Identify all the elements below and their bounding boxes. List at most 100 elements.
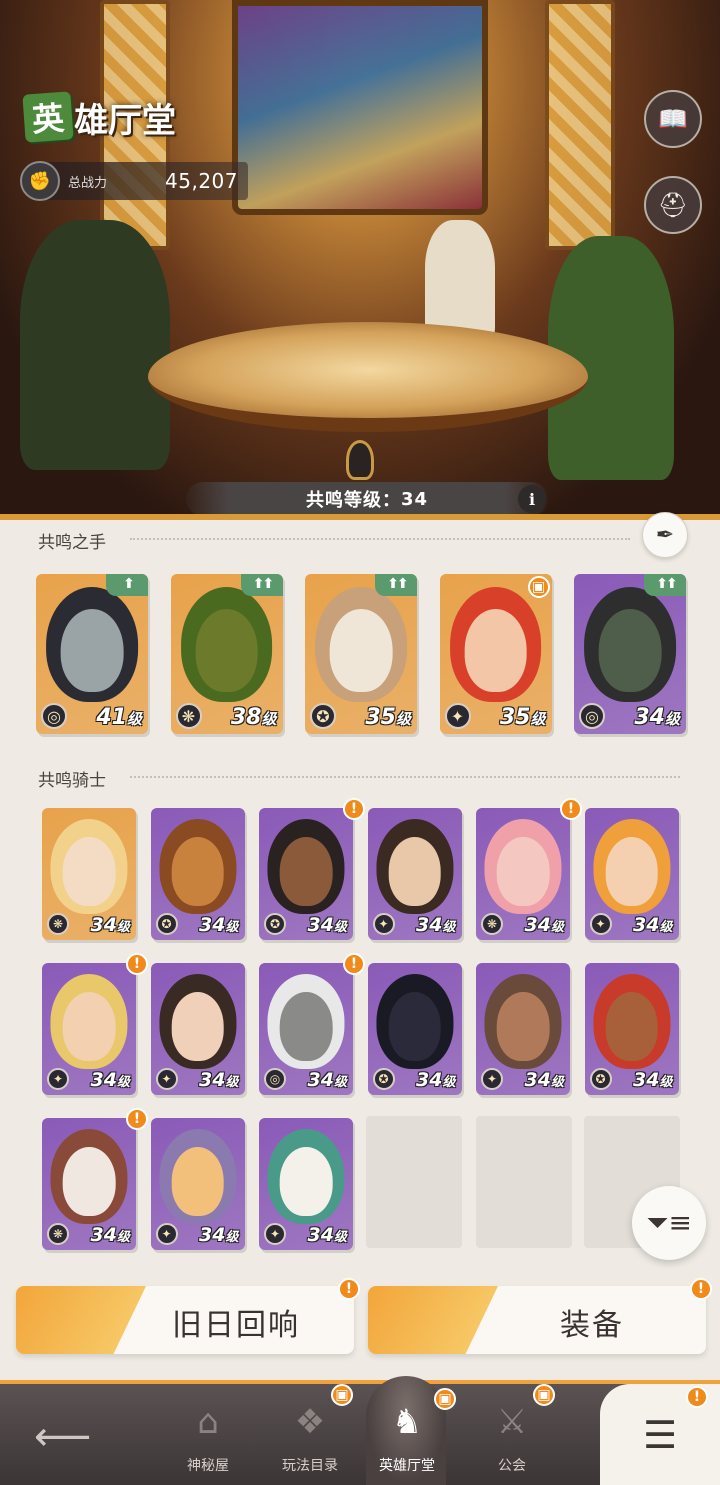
hero-level: 34级 <box>525 1069 564 1091</box>
hero-level: 34级 <box>91 1069 130 1091</box>
info-button[interactable]: i <box>518 485 546 513</box>
hero-portrait <box>464 609 527 693</box>
hero-portrait <box>605 837 658 906</box>
power-value: 45,207 <box>165 169 238 193</box>
hero-card[interactable]: ✪ 34级 <box>584 963 679 1095</box>
hero-card[interactable]: ✦ 34级 <box>584 808 679 940</box>
faction-icon: ✦ <box>589 913 612 935</box>
nav-item-mystery-house[interactable]: ⌂ 神秘屋 <box>153 1380 263 1485</box>
hero-card[interactable]: ✦ 34级 <box>150 1118 245 1250</box>
resonance-level: 34 <box>400 488 429 510</box>
hero-card[interactable]: ◎ 41级 ⬆ <box>36 574 148 734</box>
heroes-button[interactable]: ⛑ <box>644 176 702 234</box>
faction-icon: ✪ <box>155 913 178 935</box>
hero-portrait <box>388 837 441 906</box>
level-number: 34 <box>199 1069 226 1091</box>
faction-icon: ❋ <box>47 1223 69 1245</box>
ring-icon <box>16 1286 146 1354</box>
section-divider <box>130 776 680 778</box>
quill-button[interactable]: ✒ <box>642 512 688 558</box>
filter-button[interactable]: ⏷≡ <box>632 1186 706 1260</box>
hero-portrait <box>598 609 662 693</box>
back-arrow-icon[interactable]: ⟵ <box>34 1414 91 1460</box>
echo-button[interactable]: 旧日回响 ! <box>16 1278 360 1354</box>
knight-helmet-icon: ♞ <box>391 1402 423 1442</box>
nav-item-hero-hall[interactable]: ♞ 英雄厅堂 ▣ <box>352 1380 462 1485</box>
section-divider <box>130 538 630 540</box>
gift-badge-icon: ▣ <box>331 1384 353 1406</box>
section-title-knights: 共鸣骑士 <box>38 771 106 791</box>
hero-level: 34级 <box>199 1224 238 1246</box>
book-button[interactable]: 📖 <box>644 90 702 148</box>
faction-icon: ✦ <box>264 1223 286 1245</box>
level-number: 34 <box>416 914 443 936</box>
hero-level: 38级 <box>231 705 277 730</box>
level-number: 34 <box>416 1069 443 1091</box>
hero-level: 34级 <box>308 1224 347 1246</box>
level-unit: 级 <box>442 920 456 935</box>
level-number: 38 <box>230 705 262 730</box>
equipment-button[interactable]: 装备 ! <box>368 1278 712 1354</box>
faction-icon: ✦ <box>47 1068 69 1090</box>
hero-level: 34级 <box>199 1069 238 1091</box>
hero-portrait <box>279 837 333 906</box>
hero-portrait <box>329 609 393 693</box>
level-unit: 级 <box>225 1230 239 1245</box>
hero-card[interactable]: ✪ 34级 <box>367 963 462 1095</box>
hero-level: 35级 <box>365 705 411 730</box>
hero-card[interactable]: ❋ 34级 <box>476 808 570 940</box>
hero-card[interactable]: ✦ 34级 <box>150 963 245 1095</box>
stained-glass-mural <box>232 0 488 215</box>
hero-card[interactable]: ✪ 34级 <box>259 808 353 940</box>
hero-card[interactable]: ◎ 34级 <box>259 963 353 1095</box>
hero-figure-center[interactable] <box>425 220 495 340</box>
round-table <box>148 322 588 432</box>
nav-label: 玩法目录 <box>282 1458 338 1474</box>
hero-card[interactable]: ✦ 34级 <box>476 963 570 1095</box>
power-fist-icon: ✊ <box>20 161 60 201</box>
level-unit: 级 <box>261 710 277 728</box>
echo-label: 旧日回响 <box>172 1308 300 1343</box>
level-number: 34 <box>634 705 665 730</box>
level-number: 35 <box>365 705 396 730</box>
level-unit: 级 <box>550 920 564 935</box>
level-unit: 级 <box>530 710 546 728</box>
hero-card[interactable]: ✪ 34级 <box>150 808 245 940</box>
hero-figure-left[interactable] <box>20 220 170 470</box>
faction-icon: ◎ <box>264 1068 286 1090</box>
stained-window-right <box>545 0 615 250</box>
level-number: 34 <box>524 914 551 936</box>
hero-card[interactable]: ✦ 34级 <box>42 963 136 1095</box>
faction-icon: ◎ <box>579 703 605 729</box>
nav-item-game-directory[interactable]: ❖ 玩法目录 ▣ <box>255 1380 365 1485</box>
hero-card[interactable]: ❋ 34级 <box>42 808 136 940</box>
hero-card[interactable]: ✦ 34级 <box>367 808 462 940</box>
menu-button[interactable]: ☰ ! <box>600 1384 720 1485</box>
hero-card[interactable]: ◎ 34级 ⬆⬆ <box>574 574 686 734</box>
hero-level: 34级 <box>199 914 238 936</box>
level-unit: 级 <box>395 710 411 728</box>
hero-level: 41级 <box>96 705 142 730</box>
alert-badge: ! <box>690 1278 712 1300</box>
level-number: 34 <box>633 1069 660 1091</box>
level-number: 34 <box>307 1224 334 1246</box>
title-text: 雄厅堂 <box>74 100 176 141</box>
power-label: 总战力 <box>68 175 108 191</box>
hero-card[interactable]: ❋ 34级 <box>42 1118 136 1250</box>
upgrade-arrow-icon: ⬆⬆ <box>240 574 283 596</box>
crossed-swords-icon: ⚔ <box>496 1402 528 1442</box>
level-number: 34 <box>90 914 117 936</box>
alert-badge: ! <box>126 953 148 975</box>
level-unit: 级 <box>225 920 239 935</box>
hero-card[interactable]: ✦ 34级 <box>259 1118 353 1250</box>
hero-card[interactable]: ✪ 35级 ⬆⬆ <box>305 574 417 734</box>
nav-item-guild[interactable]: ⚔ 公会 ▣ <box>457 1380 567 1485</box>
hero-card[interactable]: ✦ 35级 ▣ <box>439 574 552 734</box>
hero-portrait <box>496 837 550 906</box>
hero-card[interactable]: ❋ 38级 ⬆⬆ <box>170 574 283 734</box>
level-unit: 级 <box>126 710 142 728</box>
hero-portrait <box>279 992 333 1061</box>
helmet-emblem-icon <box>346 440 374 480</box>
alert-badge: ! <box>126 1108 148 1130</box>
level-unit: 级 <box>116 1230 130 1245</box>
